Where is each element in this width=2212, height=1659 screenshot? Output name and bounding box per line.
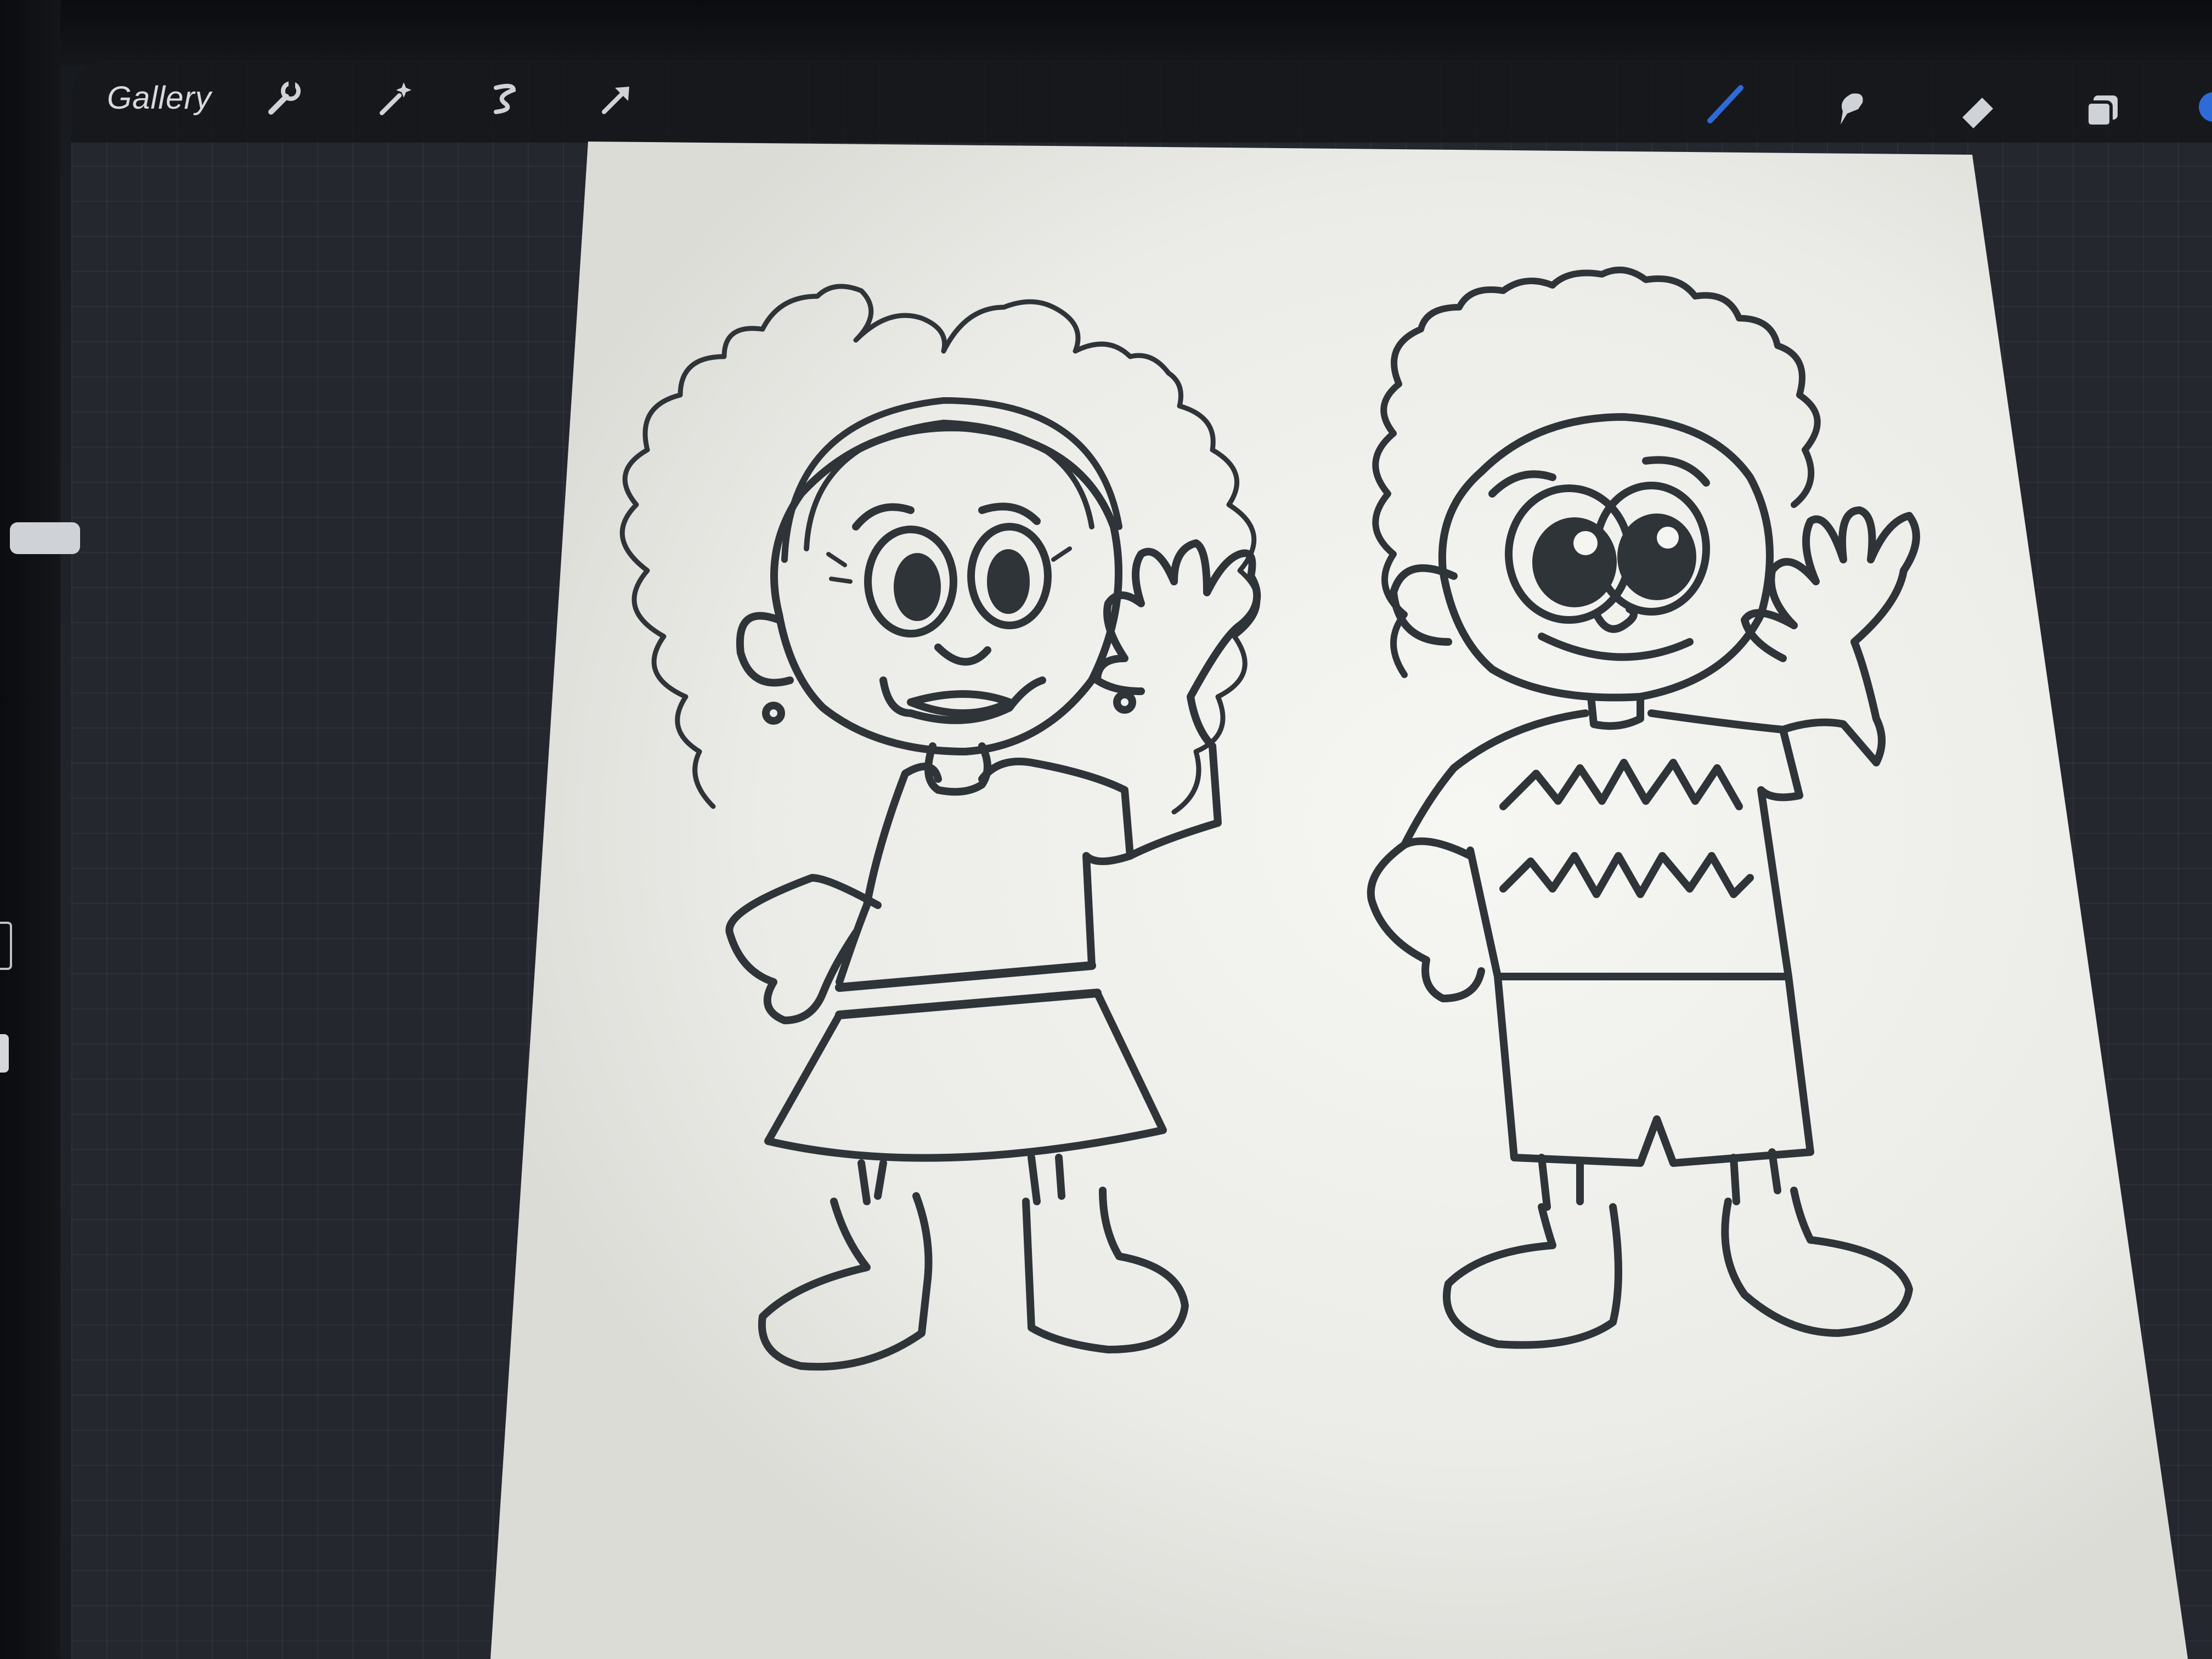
canvas-artwork [490,142,2188,1659]
canvas-paper [490,142,2188,1659]
drawing-canvas[interactable] [0,0,2212,1659]
app-screenshot: Gallery [0,0,2212,1659]
